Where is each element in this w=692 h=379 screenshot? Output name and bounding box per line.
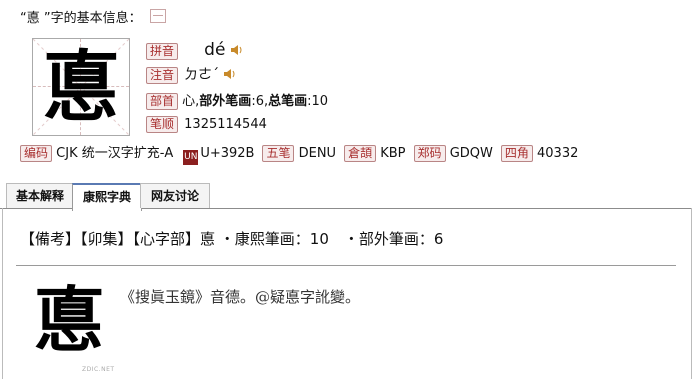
code-item: 倉頡 KBP: [344, 145, 406, 162]
code-value: 40332: [537, 146, 579, 161]
code-tag: 编码: [20, 145, 53, 162]
speaker-icon[interactable]: [230, 44, 244, 56]
unicode-logo-icon: UN: [183, 150, 199, 165]
code-item: 四角 40332: [500, 145, 579, 162]
radical-value: 心,: [182, 94, 200, 109]
tab-user-discussion[interactable]: 网友讨论: [140, 183, 210, 208]
zhuyin-row: 注音 ㄉㄜˊ: [146, 64, 237, 84]
kangxi-character-image: 悳: [34, 279, 104, 361]
zhuyin-tag: 注音: [146, 67, 179, 84]
unicode-item: UN U+392B: [181, 146, 254, 165]
code-value: KBP: [380, 146, 406, 161]
code-row: 编码 CJK 统一汉字扩充-A UN U+392B 五笔 DENU 倉頡 KBP 郑码 G…: [20, 142, 586, 165]
radical-tag: 部首: [146, 93, 179, 110]
code-item: 郑码 GDQW: [413, 145, 493, 162]
radical-row: 部首 心,部外笔画:6,总笔画:10: [146, 90, 328, 110]
kangxi-info-line: 【備考】【卯集】【心字部】悳 ・康熙筆画：10 ・部外筆画：6: [20, 230, 444, 248]
total-strokes-label: 总笔画: [268, 94, 308, 109]
code-tag: 五笔: [262, 145, 295, 162]
pinyin-row: 拼音 dé: [146, 40, 244, 60]
page-header: “悳 ”字的基本信息：: [20, 7, 166, 26]
code-value: GDQW: [449, 146, 493, 161]
header-title: “悳 ”字的基本信息：: [20, 11, 142, 26]
code-value: DENU: [298, 146, 337, 161]
code-value: U+392B: [200, 146, 255, 161]
tab-basic-explanation[interactable]: 基本解释: [6, 183, 74, 208]
character-box: 悳: [32, 38, 130, 136]
code-value: CJK 统一汉字扩充-A: [56, 146, 174, 161]
stroke-order-row: 笔顺 1325114544: [146, 116, 267, 133]
pinyin-tag: 拼音: [146, 43, 179, 60]
kangxi-definition: 《搜眞玉鏡》音德。@疑悳字訛變。: [120, 288, 361, 306]
code-tag: 倉頡: [344, 145, 377, 162]
code-item: 编码 CJK 统一汉字扩充-A: [20, 142, 173, 162]
watermark: ZDIC.NET: [82, 366, 115, 373]
code-tag: 四角: [500, 145, 533, 162]
code-item: 五笔 DENU: [262, 145, 336, 162]
divider: [16, 265, 676, 266]
zhuyin-value: ㄉㄜˊ: [184, 67, 220, 83]
speaker-icon[interactable]: [223, 68, 237, 80]
radical-strokes-label: 部外笔画: [199, 94, 252, 109]
total-strokes-value: :10: [307, 94, 329, 109]
code-tag: 郑码: [413, 145, 446, 162]
pinyin-value: dé: [204, 40, 226, 60]
tab-bar: 基本解释 康熙字典 网友讨论: [0, 181, 692, 211]
character-glyph: 悳: [43, 42, 119, 131]
print-icon[interactable]: [149, 9, 166, 23]
stroke-order-tag: 笔顺: [146, 116, 179, 133]
stroke-order-value: 1325114544: [184, 117, 267, 132]
tab-kangxi-dictionary[interactable]: 康熙字典: [72, 183, 142, 211]
radical-strokes-value: :6,: [251, 94, 269, 109]
